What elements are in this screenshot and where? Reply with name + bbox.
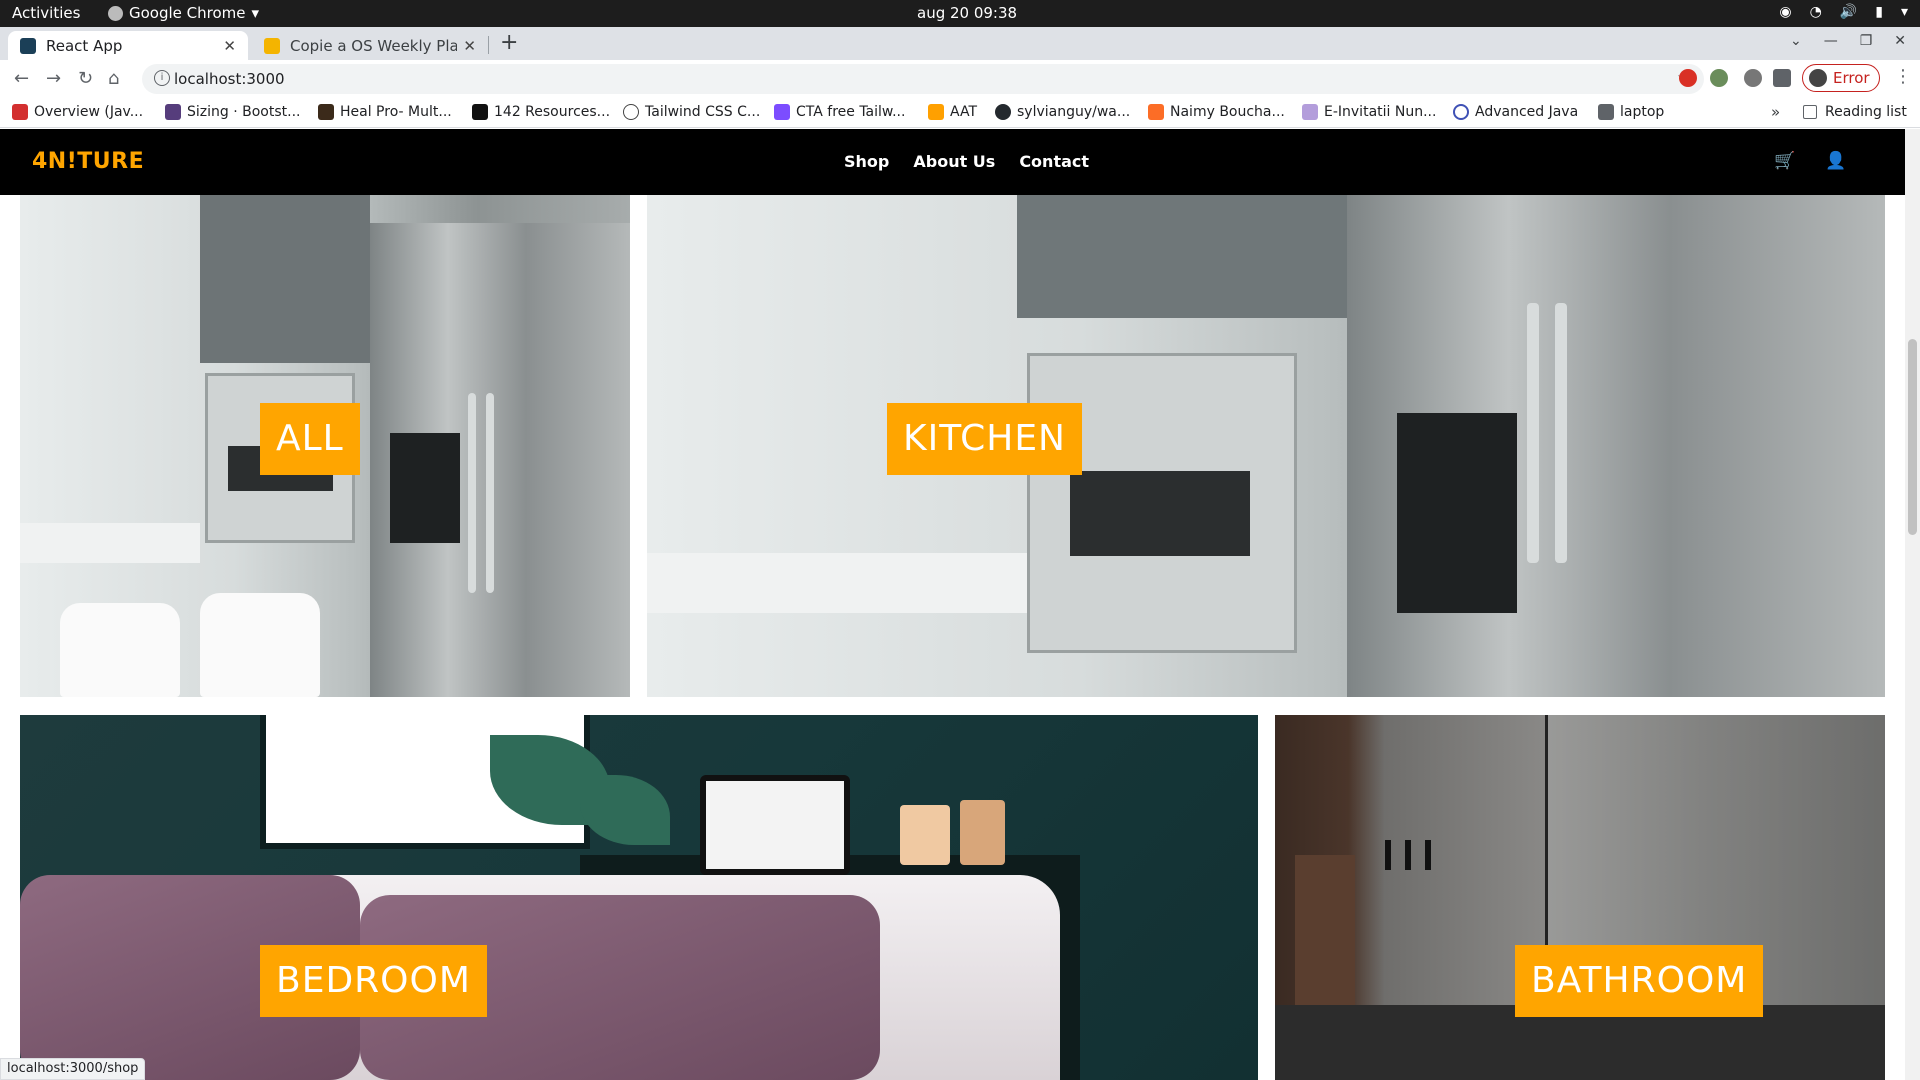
user-icon[interactable]: 👤: [1825, 151, 1846, 171]
battery-icon: ▮: [1875, 4, 1883, 20]
nav-link-contact[interactable]: Contact: [1019, 152, 1089, 171]
bookmark-item[interactable]: Naimy Boucha...: [1148, 104, 1285, 120]
category-label: BATHROOM: [1515, 945, 1764, 1017]
cart-icon[interactable]: 🛒: [1774, 151, 1795, 171]
category-label: KITCHEN: [887, 403, 1082, 475]
bookmark-item[interactable]: Heal Pro- Mult...: [318, 104, 452, 120]
tab-title: React App: [46, 36, 123, 55]
tablet: [700, 775, 850, 875]
bookmark-item[interactable]: CTA free Tailw...: [774, 104, 905, 120]
activities-button[interactable]: Activities: [12, 4, 80, 22]
tab-strip: React App ✕ Copie a OS Weekly Planne ✕: [0, 27, 1920, 60]
bookmark-favicon: [1453, 104, 1469, 120]
category-tile-bathroom[interactable]: BATHROOM: [1275, 715, 1885, 1080]
minimize-icon[interactable]: —: [1824, 33, 1838, 49]
nav-link-about-us[interactable]: About Us: [913, 152, 995, 171]
reload-icon[interactable]: ↻: [78, 68, 93, 89]
page-viewport: ALL KITCHEN BEDROOM BATHROOM 4N!TURE Sho…: [0, 129, 1905, 1080]
home-icon[interactable]: ⌂: [108, 68, 119, 89]
close-window-icon[interactable]: ✕: [1894, 33, 1906, 49]
window-controls: ⌄ — ❐ ✕: [1790, 33, 1906, 49]
site-info-icon[interactable]: i: [154, 70, 170, 86]
bookmark-item[interactable]: sylvianguy/wa...: [995, 104, 1130, 120]
caret-down-icon: ▾: [251, 4, 260, 22]
bookmark-item[interactable]: 142 Resources...: [472, 104, 610, 120]
gitlab-icon: [1148, 104, 1164, 120]
slides-icon: [264, 37, 280, 54]
browser-toolbar: ← → ↻ ⌂ i localhost:3000 ☆: [0, 60, 1920, 98]
page-scrollbar[interactable]: [1905, 129, 1920, 1080]
search-icon: [623, 104, 639, 120]
nav-link-shop[interactable]: Shop: [844, 152, 889, 171]
tab-react-app[interactable]: React App ✕: [8, 31, 248, 60]
site-logo[interactable]: 4N!TURE: [32, 149, 144, 174]
avatar: [1809, 69, 1827, 87]
folder-icon: [1598, 104, 1614, 120]
wifi-icon: ◔: [1809, 4, 1822, 20]
bookmarks-bar: Overview (Jav... Sizing · Bootst... Heal…: [0, 98, 1920, 128]
discord-icon: ◉: [1779, 4, 1792, 20]
bookmark-item[interactable]: Overview (Jav...: [12, 104, 143, 120]
bootstrap-icon: [165, 104, 181, 120]
category-label: BEDROOM: [260, 945, 487, 1017]
category-tile-all[interactable]: ALL: [20, 173, 630, 697]
chrome-icon: [108, 5, 123, 21]
bookmark-favicon: [928, 104, 944, 120]
bookmark-folder[interactable]: laptop: [1598, 104, 1664, 120]
reading-list-button[interactable]: Reading list: [1803, 104, 1907, 120]
clock[interactable]: aug 20 09:38: [917, 4, 1017, 22]
bookmark-item[interactable]: Tailwind CSS C...: [623, 104, 760, 120]
close-tab-icon[interactable]: ✕: [463, 37, 476, 55]
bookmark-favicon: [472, 104, 488, 120]
new-tab-icon[interactable]: +: [500, 30, 518, 55]
puzzle-icon[interactable]: [1773, 69, 1791, 87]
forward-icon[interactable]: →: [46, 68, 61, 89]
category-tile-kitchen[interactable]: KITCHEN: [647, 173, 1885, 697]
github-icon: [995, 104, 1011, 120]
app-name: Google Chrome: [129, 4, 246, 22]
extension-icon[interactable]: [1744, 69, 1762, 87]
profile-status: Error: [1833, 69, 1870, 87]
profile-button[interactable]: Error: [1802, 64, 1880, 92]
menu-icon[interactable]: ⋮: [1894, 66, 1912, 87]
restore-icon[interactable]: ❐: [1860, 33, 1873, 49]
category-label: ALL: [260, 403, 360, 475]
bookmark-item[interactable]: E-Invitatii Nun...: [1302, 104, 1436, 120]
extension-icon[interactable]: [1710, 69, 1728, 87]
back-icon[interactable]: ←: [14, 68, 29, 89]
bookmark-favicon: [12, 104, 28, 120]
site-navbar: 4N!TURE Shop About Us Contact 🛒 👤: [0, 129, 1905, 195]
adblock-icon[interactable]: [1679, 69, 1697, 87]
link-status-bubble: localhost:3000/shop: [0, 1058, 146, 1080]
more-bookmarks-icon[interactable]: »: [1771, 103, 1780, 121]
power-menu-icon: ▾: [1900, 4, 1908, 20]
volume-icon: 🔊: [1839, 4, 1858, 20]
address-text: localhost:3000: [174, 70, 285, 88]
tab-separator: [488, 36, 489, 54]
nav-icons: 🛒 👤: [1774, 151, 1846, 171]
address-bar[interactable]: i localhost:3000 ☆: [142, 64, 1704, 94]
bookmark-item[interactable]: Advanced Java: [1453, 104, 1578, 120]
bookmark-item[interactable]: Sizing · Bootst...: [165, 104, 300, 120]
bookmark-favicon: [318, 104, 334, 120]
reading-list-icon: [1803, 105, 1817, 119]
bookmark-favicon: [774, 104, 790, 120]
bookmark-favicon: [1302, 104, 1318, 120]
close-tab-icon[interactable]: ✕: [223, 37, 236, 55]
tab-title: Copie a OS Weekly Planne: [290, 36, 458, 55]
nav-links: Shop About Us Contact: [844, 152, 1089, 171]
system-tray[interactable]: ◉ ◔ 🔊 ▮ ▾: [1779, 4, 1908, 20]
scrollbar-thumb[interactable]: [1908, 339, 1917, 535]
react-icon: [20, 37, 36, 54]
app-menu[interactable]: Google Chrome ▾: [108, 4, 259, 22]
tab-search-icon[interactable]: ⌄: [1790, 33, 1802, 49]
tab-weekly-planner[interactable]: Copie a OS Weekly Planne ✕: [252, 31, 488, 60]
category-tile-bedroom[interactable]: BEDROOM: [20, 715, 1258, 1080]
bookmark-item[interactable]: AAT: [928, 104, 977, 120]
system-top-bar: Activities Google Chrome ▾ aug 20 09:38 …: [0, 0, 1920, 27]
